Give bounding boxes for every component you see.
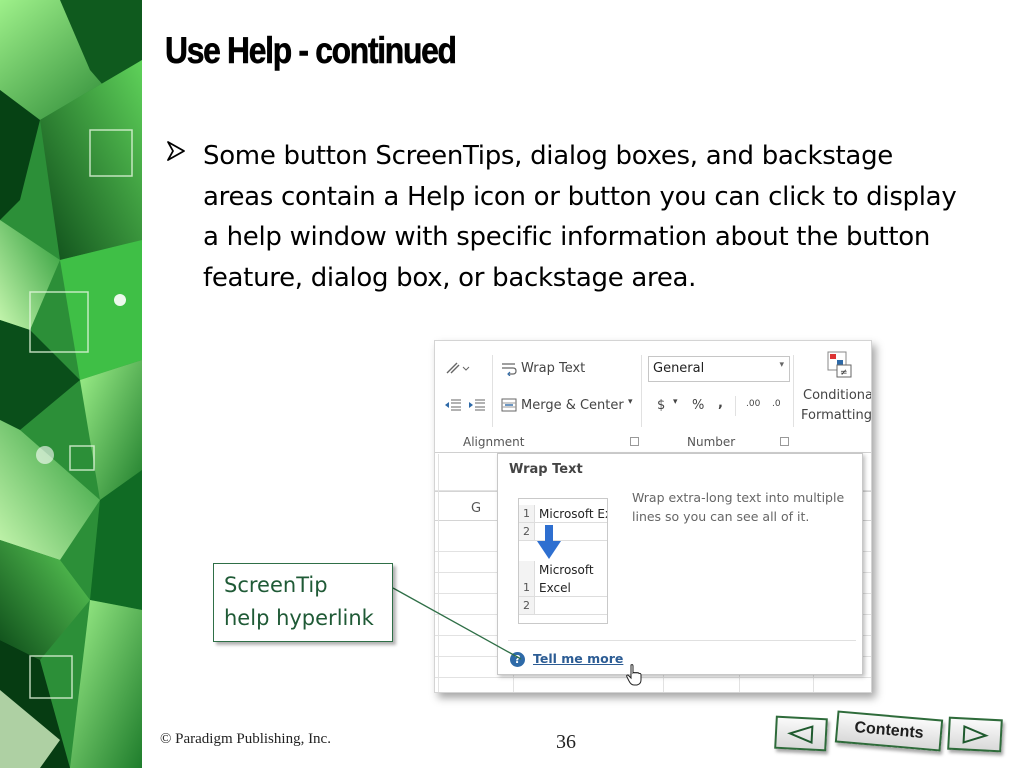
increase-decimal-button[interactable]: .00 — [746, 399, 760, 409]
screentip-example-image: 1 Microsoft Ex 2 Microsoft 1 Excel 2 — [518, 498, 608, 624]
screentip-divider — [508, 640, 856, 641]
comma-button[interactable]: , — [718, 396, 723, 411]
copyright-text: © Paradigm Publishing, Inc. — [160, 731, 331, 747]
slide-title: Use Help - continued — [165, 30, 457, 72]
contents-label: Contents — [853, 719, 925, 742]
number-format-value: General — [653, 361, 705, 376]
mini-row-number: 2 — [519, 523, 535, 540]
ribbon: Wrap Text Merge & Center ▾ General ▾ $ ▾… — [435, 341, 871, 453]
chevron-down-icon[interactable]: ▾ — [779, 360, 784, 370]
tell-me-more-link[interactable]: Tell me more — [533, 651, 623, 666]
orientation-icon[interactable] — [445, 361, 471, 375]
screentip-description: Wrap extra-long text into multiple lines… — [632, 490, 845, 524]
left-triangle-icon — [787, 724, 814, 744]
next-slide-button[interactable] — [947, 716, 1003, 753]
down-arrow-icon — [537, 525, 561, 559]
callout-line-2: help hyperlink — [224, 606, 374, 630]
mini-row-number: 1 — [519, 505, 535, 522]
screentip-popup: Wrap Text 1 Microsoft Ex 2 Microsoft 1 E… — [497, 453, 863, 686]
mini-row-number: 2 — [519, 597, 535, 614]
help-icon[interactable]: ? — [510, 652, 525, 667]
mini-cell-text: Excel — [539, 581, 571, 595]
alignment-launcher-icon[interactable] — [630, 437, 639, 446]
mini-row: 2 — [519, 597, 607, 615]
right-triangle-icon — [962, 724, 989, 744]
decrease-indent-icon[interactable] — [445, 399, 461, 411]
mini-row: 2 — [519, 523, 607, 541]
page-number: 36 — [556, 731, 576, 753]
group-label-alignment: Alignment — [463, 435, 525, 449]
mini-row-number: 1 — [519, 579, 535, 596]
conditional-formatting-icon: ≠ — [827, 351, 852, 378]
column-header-g[interactable]: G — [471, 501, 481, 516]
hand-cursor-icon — [626, 664, 642, 686]
mini-cell-text: Microsoft — [539, 563, 594, 577]
bullet-text: Some button ScreenTips, dialog boxes, an… — [203, 141, 957, 293]
mini-row: 1 Microsoft Ex — [519, 505, 607, 523]
decrease-decimal-button[interactable]: .0 — [772, 399, 781, 409]
number-format-select[interactable]: General ▾ — [648, 356, 790, 382]
conditional-formatting-label-1[interactable]: Conditiona — [803, 388, 871, 403]
percent-button[interactable]: % — [692, 398, 704, 413]
previous-slide-button[interactable] — [774, 715, 828, 752]
conditional-formatting-label-2[interactable]: Formatting — [801, 408, 871, 423]
screentip-callout: ScreenTip help hyperlink — [213, 563, 393, 642]
group-label-number: Number — [687, 435, 736, 449]
contents-button[interactable]: Contents — [834, 710, 944, 752]
currency-button[interactable]: $ — [657, 398, 665, 413]
mini-row-number — [519, 561, 535, 579]
mini-row: Microsoft — [519, 561, 607, 579]
wrap-text-icon — [502, 363, 517, 376]
callout-line-1: ScreenTip — [224, 573, 328, 597]
screentip-title: Wrap Text — [509, 462, 583, 477]
excel-screenshot: Wrap Text Merge & Center ▾ General ▾ $ ▾… — [434, 340, 872, 693]
wrap-text-button[interactable]: Wrap Text — [521, 361, 585, 376]
number-launcher-icon[interactable] — [780, 437, 789, 446]
merge-center-dropdown-icon[interactable]: ▾ — [628, 397, 633, 407]
mini-cell-text: Microsoft Ex — [539, 507, 607, 521]
currency-dropdown-icon[interactable]: ▾ — [673, 397, 678, 407]
merge-center-icon — [501, 398, 517, 412]
arrow-bullet-icon — [167, 141, 185, 161]
mini-row: 1 Excel — [519, 579, 607, 597]
merge-center-button[interactable]: Merge & Center — [521, 398, 624, 413]
decorative-green-panel — [0, 0, 142, 768]
increase-indent-icon[interactable] — [469, 399, 485, 411]
svg-text:≠: ≠ — [840, 368, 848, 378]
